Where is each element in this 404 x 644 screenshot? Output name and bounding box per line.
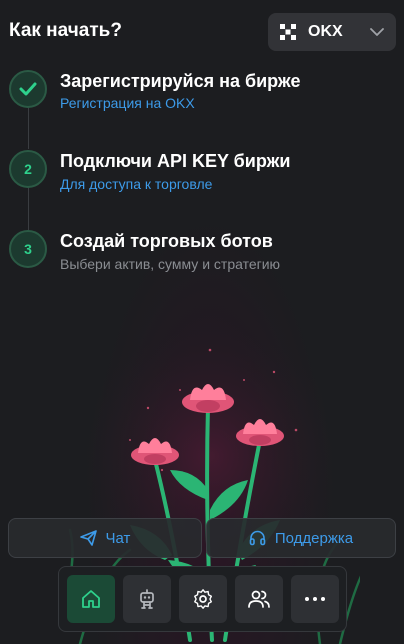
chevron-down-icon (370, 28, 384, 36)
step-1-title: Зарегистрируйся на бирже (60, 71, 301, 91)
send-icon (79, 530, 97, 546)
step-3-marker: 3 (9, 230, 47, 268)
nav-bots[interactable] (123, 575, 171, 623)
app-screen: Как начать? OKX Зарегистрируйся на бирже (0, 0, 404, 644)
page-title: Как начать? (9, 20, 122, 41)
support-button-label: Поддержка (274, 529, 354, 547)
step-3-title: Создай торговых ботов (60, 231, 273, 251)
step-1-link[interactable]: Регистрация на OKX (60, 95, 195, 111)
chat-button-label: Чат (105, 529, 131, 547)
support-actions: Чат Поддержка (8, 518, 396, 558)
step-3-subtitle: Выбери актив, сумму и стратегию (60, 256, 281, 272)
step-2-title: Подключи API KEY биржи (60, 151, 291, 171)
exchange-select[interactable]: OKX (268, 13, 396, 51)
okx-logo-icon (280, 24, 296, 40)
more-icon (305, 597, 325, 601)
bottom-nav (58, 566, 347, 632)
headset-icon (249, 530, 266, 546)
home-icon (82, 590, 100, 608)
nav-settings[interactable] (179, 575, 227, 623)
nav-more[interactable] (291, 575, 339, 623)
step-connector (28, 188, 29, 230)
gear-icon (194, 589, 213, 609)
step-connector (28, 108, 29, 149)
users-icon (248, 590, 270, 608)
nav-home[interactable] (67, 575, 115, 623)
header: Как начать? OKX (0, 0, 404, 64)
support-button[interactable]: Поддержка (206, 518, 396, 558)
step-2-marker: 2 (9, 150, 47, 188)
step-1-done-marker (9, 70, 47, 108)
robot-icon (140, 589, 154, 609)
nav-users[interactable] (235, 575, 283, 623)
chat-button[interactable]: Чат (8, 518, 202, 558)
step-2-link[interactable]: Для доступа к торговле (60, 176, 212, 192)
check-icon (19, 82, 37, 96)
exchange-selected-value: OKX (308, 23, 343, 40)
